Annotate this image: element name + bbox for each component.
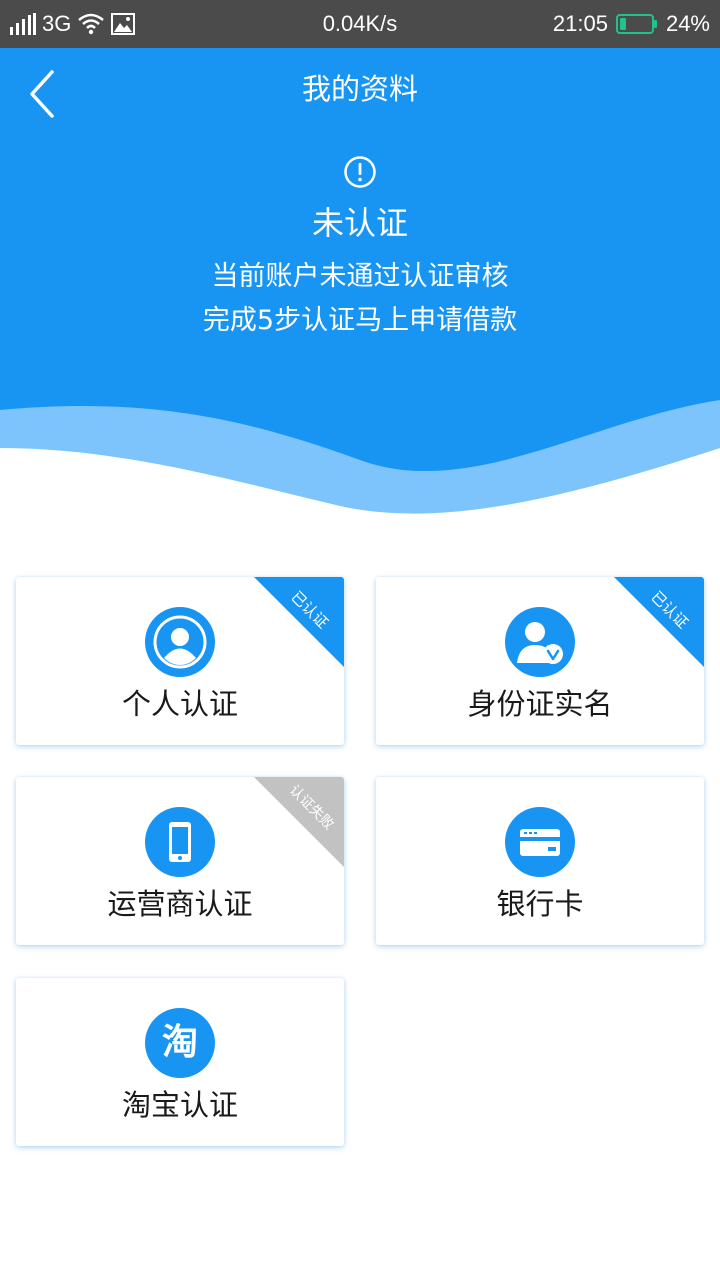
clock: 21:05 [552, 11, 608, 36]
status-bar-right: 21:05 24% [553, 0, 710, 48]
taobao-verification-card[interactable]: 淘 淘宝认证 [16, 978, 344, 1146]
battery-icon [615, 14, 657, 34]
bank-card-icon [505, 807, 575, 877]
card-label: 个人认证 [121, 687, 238, 721]
id-card-verification-card[interactable]: 身份证实名 已认证 [376, 577, 704, 745]
taobao-icon: 淘 [145, 1008, 215, 1078]
failed-badge: 认证失败 [254, 777, 344, 867]
taobao-icon-glyph: 淘 [161, 1022, 198, 1063]
id-verified-icon [505, 607, 575, 677]
network-speed: 0.04K/s [322, 11, 398, 36]
phone-icon [145, 807, 215, 877]
page-title: 我的资料 [301, 72, 418, 106]
verification-status-line-2: 完成5步认证马上申请借款 [202, 305, 518, 336]
carrier-verification-card[interactable]: 运营商认证 认证失败 [16, 777, 344, 945]
verified-badge: 已认证 [614, 577, 704, 667]
bank-card-verification-card[interactable]: 银行卡 [376, 777, 704, 945]
verified-badge: 已认证 [254, 577, 344, 667]
verification-status-line-1: 当前账户未通过认证审核 [211, 261, 509, 292]
card-label: 运营商认证 [107, 887, 253, 921]
card-label: 身份证实名 [467, 687, 613, 721]
battery-percent: 24% [665, 11, 710, 36]
card-label: 淘宝认证 [121, 1088, 238, 1122]
user-icon [145, 607, 215, 677]
exclamation-icon [344, 156, 376, 188]
personal-verification-card[interactable]: 个人认证 已认证 [16, 577, 344, 745]
profile-header: 我的资料 未认证 当前账户未通过认证审核 完成5步认证马上申请借款 [0, 48, 720, 528]
verification-status-title: 未认证 [311, 204, 408, 242]
status-bar: 3G 0.04K/s 21:05 24% [0, 0, 720, 48]
card-label: 银行卡 [496, 887, 584, 921]
